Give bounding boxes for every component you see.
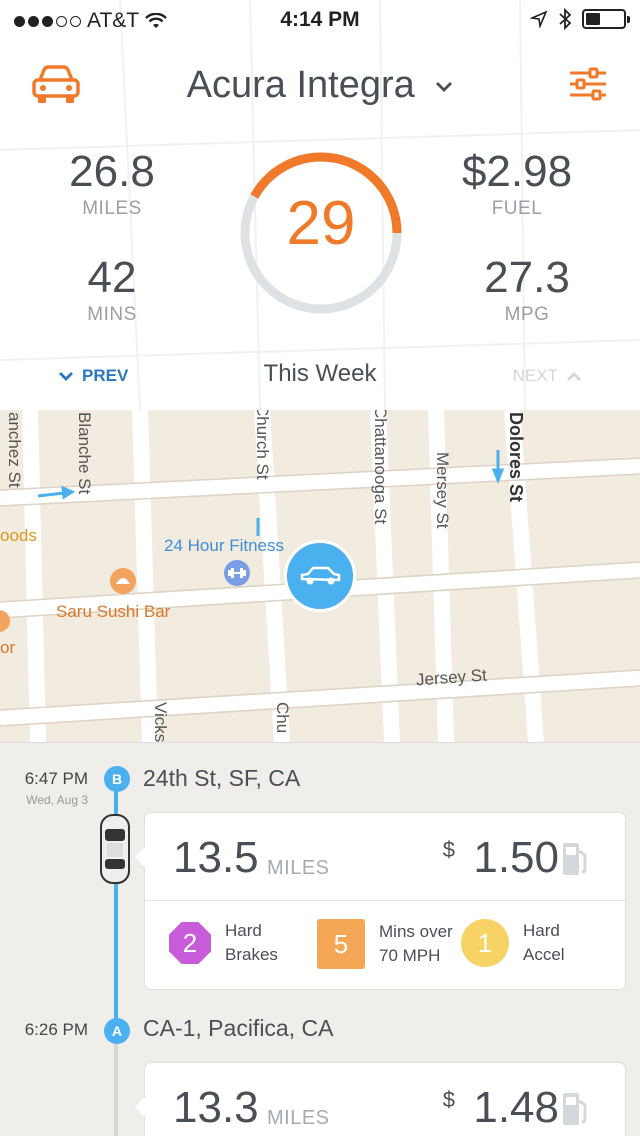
mpg-stat: 27.3 MPG xyxy=(437,254,617,326)
battery-icon xyxy=(582,9,630,29)
trip-miles-label: MILES xyxy=(267,1107,330,1129)
street-label: Chu xyxy=(273,702,292,734)
fuel-label: FUEL xyxy=(491,198,543,219)
status-bar: AT&T 4:14 PM xyxy=(0,0,640,40)
speeding-count: 5 xyxy=(317,919,365,969)
mpg-value: 27.3 xyxy=(484,253,570,302)
mpg-label: MPG xyxy=(504,304,550,325)
chevron-down-icon xyxy=(436,81,453,92)
bluetooth-icon xyxy=(559,8,572,30)
fuel-pump-icon xyxy=(563,843,587,875)
trip-date: Wed, Aug 3 xyxy=(26,793,88,807)
speeding-event: 5 Mins over 70 MPH xyxy=(317,919,453,969)
trip-end-badge: B xyxy=(104,766,130,792)
next-button[interactable]: NEXT xyxy=(513,366,582,386)
car-icon xyxy=(100,814,130,884)
event-label: Brakes xyxy=(225,945,278,964)
event-label: Accel xyxy=(523,945,565,964)
place-label: oods xyxy=(0,526,37,545)
vehicle-header: Acura Integra xyxy=(0,58,640,114)
mins-stat: 42 MINS xyxy=(22,254,202,326)
score-value: 29 xyxy=(286,189,356,258)
trip-map[interactable]: anchez St Blanche St Church St Chattanoo… xyxy=(0,410,640,742)
trip-cost: 1.48 xyxy=(473,1083,559,1132)
street-label: Vicks xyxy=(151,702,170,742)
trip-start-time: 6:26 PM xyxy=(24,1020,88,1039)
trip-start-badge: A xyxy=(104,1018,130,1044)
trip-cost: 1.50 xyxy=(473,833,559,882)
car-icon xyxy=(300,566,341,585)
timeline xyxy=(114,1043,118,1136)
hard-accel-count: 1 xyxy=(461,919,509,967)
event-label: 70 MPH xyxy=(379,946,441,965)
trip-start-address[interactable]: CA-1, Pacifica, CA xyxy=(143,1015,333,1042)
chevron-up-icon xyxy=(567,371,581,381)
event-label: Hard xyxy=(225,921,262,940)
trip-miles-label: MILES xyxy=(267,857,330,879)
mins-value: 42 xyxy=(87,253,137,302)
trip-card[interactable]: 13.5 MILES $ 1.50 2 Hard Brakes 5 Mins ov… xyxy=(135,813,625,989)
place-label: Saru Sushi Bar xyxy=(56,602,171,621)
currency-sign: $ xyxy=(442,1087,455,1112)
street-label: Blanche St xyxy=(75,412,94,495)
trip-miles: 13.5 xyxy=(173,833,259,882)
hard-accel-event: 1 Hard Accel xyxy=(461,919,565,967)
period-nav: PREV This Week NEXT xyxy=(0,360,640,396)
event-label: Hard xyxy=(523,921,560,940)
trip-card[interactable]: 13.3 MILES $ 1.48 xyxy=(135,1063,625,1136)
hard-brakes-event: 2 Hard Brakes xyxy=(169,919,278,967)
fuel-stat: $2.98 FUEL xyxy=(427,148,607,220)
vehicle-selector[interactable]: Acura Integra xyxy=(0,64,640,107)
place-label: or xyxy=(0,638,16,657)
trip-miles: 13.3 xyxy=(173,1083,259,1132)
trip-list[interactable]: 6:47 PM Wed, Aug 3 B 24th St, SF, CA 13.… xyxy=(0,742,640,1136)
street-label: Church St xyxy=(253,410,272,480)
next-label: NEXT xyxy=(512,366,558,385)
event-label: Mins over xyxy=(379,922,453,941)
street-label: Mersey St xyxy=(433,452,452,529)
trip-end-address[interactable]: 24th St, SF, CA xyxy=(143,765,300,792)
restaurant-icon[interactable] xyxy=(110,568,136,594)
mins-label: MINS xyxy=(87,304,137,325)
gym-icon[interactable] xyxy=(224,560,250,586)
location-arrow-icon xyxy=(530,10,548,28)
currency-sign: $ xyxy=(442,837,455,862)
street-label: Chattanooga St xyxy=(371,410,390,525)
miles-value: 26.8 xyxy=(69,147,155,196)
fuel-pump-icon xyxy=(563,1093,587,1125)
vehicle-location-marker[interactable] xyxy=(284,540,356,612)
vehicle-name: Acura Integra xyxy=(186,64,415,106)
filter-settings-icon[interactable] xyxy=(566,64,610,104)
street-label: anchez St xyxy=(5,412,24,488)
summary-panel: AT&T 4:14 PM Acura Integra 26.8 MILES 42… xyxy=(0,0,640,410)
miles-stat: 26.8 MILES xyxy=(22,148,202,220)
fuel-value: $2.98 xyxy=(461,147,573,196)
miles-label: MILES xyxy=(82,198,142,219)
trip-end-time: 6:47 PM xyxy=(24,769,88,788)
street-label: Dolores St xyxy=(506,412,526,503)
hard-brakes-count: 2 xyxy=(169,922,211,964)
place-label: 24 Hour Fitness xyxy=(164,536,284,555)
